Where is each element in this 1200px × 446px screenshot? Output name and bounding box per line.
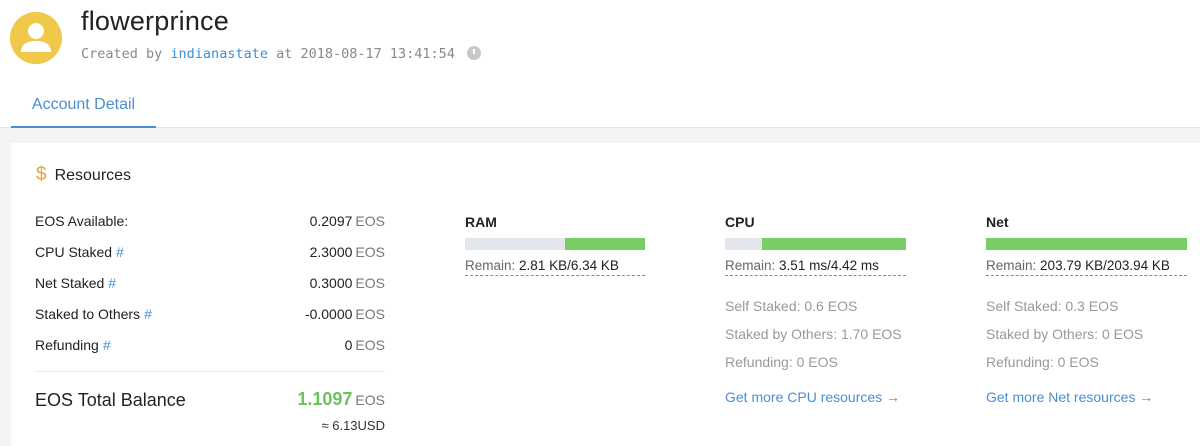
net-refunding: Refunding: 0 EOS — [986, 354, 1099, 370]
ram-title: RAM — [465, 214, 497, 230]
balance-row-net-staked: Net Staked # 0.3000 EOS — [35, 275, 385, 295]
balance-label: Staked to Others # — [35, 306, 152, 322]
hash-link[interactable]: # — [108, 275, 116, 291]
net-remain: Remain: 203.79 KB/203.94 KB — [986, 258, 1187, 276]
user-icon — [10, 12, 62, 64]
tab-bar: Account Detail — [0, 88, 1200, 128]
cpu-self-staked: Self Staked: 0.6 EOS — [725, 298, 858, 314]
cpu-title: CPU — [725, 214, 755, 230]
creator-link[interactable]: indianastate — [170, 46, 268, 62]
net-title: Net — [986, 214, 1009, 230]
balance-value: -0.0000 EOS — [304, 306, 385, 322]
avatar — [10, 12, 62, 64]
ram-usage-fill — [565, 238, 645, 250]
ram-usage-bar — [465, 238, 645, 250]
net-self-staked: Self Staked: 0.3 EOS — [986, 298, 1119, 314]
balance-value: 0.3000 EOS — [309, 275, 385, 291]
balance-label: Net Staked # — [35, 275, 117, 291]
created-by-prefix: Created by — [81, 46, 163, 62]
divider — [35, 371, 385, 372]
get-more-net-link[interactable]: Get more Net resources → — [986, 389, 1153, 405]
get-more-cpu-link[interactable]: Get more CPU resources → — [725, 389, 900, 405]
created-at: 2018-08-17 13:41:54 — [300, 46, 455, 62]
cpu-staked-by-others: Staked by Others: 1.70 EOS — [725, 326, 902, 342]
ram-remain: Remain: 2.81 KB/6.34 KB — [465, 258, 645, 276]
balance-label: CPU Staked # — [35, 244, 124, 260]
total-balance-value: 1.1097 EOS — [297, 389, 385, 409]
balance-value: 0 EOS — [344, 337, 385, 353]
cpu-remain: Remain: 3.51 ms/4.42 ms — [725, 258, 906, 276]
hash-link[interactable]: # — [116, 244, 124, 260]
total-balance-usd: ≈ 6.13USD — [321, 418, 385, 433]
balance-label: EOS Available: — [35, 213, 129, 229]
account-created-info: Created by indianastate at 2018-08-17 13… — [81, 46, 482, 62]
cpu-usage-bar — [725, 238, 906, 250]
net-usage-fill — [986, 238, 1187, 250]
clock-icon[interactable] — [467, 46, 482, 60]
net-staked-by-others: Staked by Others: 0 EOS — [986, 326, 1144, 342]
tab-account-detail[interactable]: Account Detail — [11, 88, 156, 128]
balance-row-available: EOS Available: 0.2097 EOS — [35, 213, 385, 233]
balance-label: Refunding # — [35, 337, 111, 353]
resources-heading-label: Resources — [54, 167, 132, 184]
balance-row-cpu-staked: CPU Staked # 2.3000 EOS — [35, 244, 385, 264]
net-usage-bar — [986, 238, 1187, 250]
created-at-prefix: at — [276, 46, 293, 62]
balance-value: 2.3000 EOS — [309, 244, 385, 260]
resources-heading: $ Resources — [36, 164, 131, 186]
account-name: flowerprince — [81, 6, 229, 36]
total-balance-label: EOS Total Balance — [35, 390, 186, 410]
hash-link[interactable]: # — [103, 337, 111, 353]
hash-link[interactable]: # — [144, 306, 152, 322]
balance-value: 0.2097 EOS — [309, 213, 385, 229]
dollar-icon: $ — [36, 164, 47, 185]
balance-row-refunding: Refunding # 0 EOS — [35, 337, 385, 357]
balance-row-staked-to-others: Staked to Others # -0.0000 EOS — [35, 306, 385, 326]
cpu-refunding: Refunding: 0 EOS — [725, 354, 838, 370]
cpu-usage-fill — [762, 238, 906, 250]
